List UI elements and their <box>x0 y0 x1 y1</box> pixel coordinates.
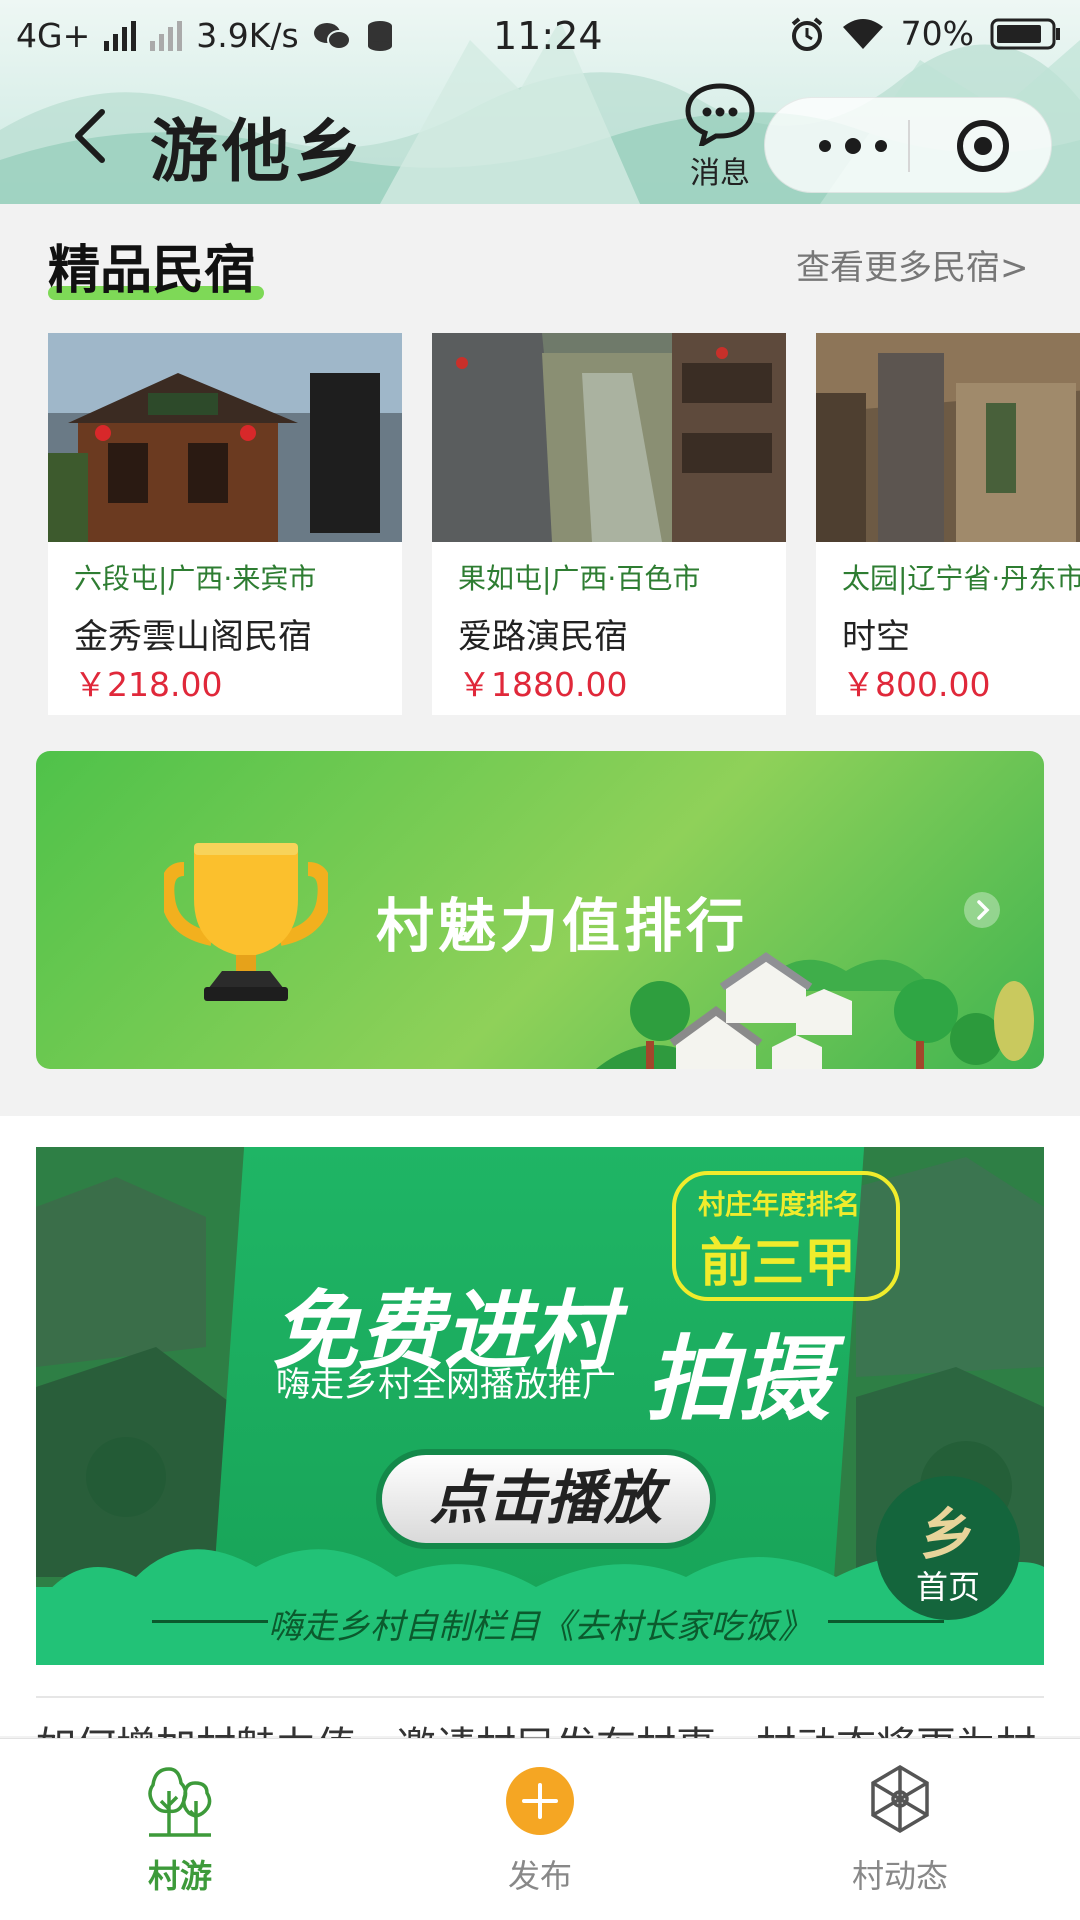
tab-label: 村动态 <box>851 1857 948 1895</box>
tab-label: 发布 <box>507 1857 572 1895</box>
message-button[interactable]: 消息 <box>680 82 760 191</box>
battery-icon <box>990 18 1060 49</box>
bubble-caption: 村庄年度排名 <box>698 1190 860 1221</box>
tab-village-news[interactable]: 村动态 <box>720 1739 1080 1920</box>
tree-icon <box>148 1767 212 1837</box>
back-arrow-icon[interactable] <box>68 106 112 166</box>
status-bar: 4G+ 3.9K/s 11:24 70% <box>0 0 1080 76</box>
home-floating-button[interactable]: 乡 首页 <box>876 1476 1020 1620</box>
homestay-location: 果如屯|广西·百色市 <box>458 562 701 595</box>
homestay-photo <box>48 333 402 542</box>
tab-label: 村游 <box>147 1857 212 1895</box>
play-button-label: 点击播放 <box>429 1464 662 1532</box>
charm-tip-text: 如何增加村魅力值，邀请村民发布村事，村动态将更为村 <box>36 1718 1056 1738</box>
page-title: 游他乡 <box>150 113 367 192</box>
wechat-icon <box>313 22 351 50</box>
homestay-location: 太园|辽宁省·丹东市 <box>842 562 1080 595</box>
status-time: 11:24 <box>493 14 603 58</box>
homestay-photo <box>816 333 1080 542</box>
homestay-photo <box>432 333 786 542</box>
play-button[interactable]: 点击播放 <box>376 1449 716 1549</box>
home-label: 首页 <box>915 1568 980 1606</box>
network-speed: 3.9K/s <box>196 16 299 55</box>
ranking-chevron-icon[interactable] <box>964 892 1000 928</box>
wheel-icon <box>871 1764 929 1834</box>
footer-rule-right <box>828 1620 944 1623</box>
capsule-divider <box>908 120 910 172</box>
village-charm-ranking-banner[interactable]: 村魅力值排行 <box>36 751 1044 1069</box>
more-dots-icon[interactable] <box>805 134 901 158</box>
message-label: 消息 <box>690 156 750 191</box>
signal-icon <box>104 20 137 51</box>
village-logo-icon: 乡 <box>920 1503 976 1568</box>
trophy-icon <box>164 843 328 1001</box>
bottom-tab-bar: 村游 发布 村动态 <box>0 1738 1080 1920</box>
database-icon <box>367 20 392 51</box>
network-type: 4G+ <box>16 16 91 55</box>
homestay-carousel[interactable]: 六段屯|广西·来宾市 金秀雲山阁民宿 ￥218.00 果如屯|广西·百色市 爱路… <box>0 333 1080 715</box>
homestay-name: 金秀雲山阁民宿 <box>74 617 312 657</box>
plus-circle-icon <box>506 1767 574 1835</box>
signal-secondary-icon <box>150 20 183 51</box>
bubble-highlight: 前三甲 <box>700 1234 857 1294</box>
tab-village-travel[interactable]: 村游 <box>0 1739 360 1920</box>
homestay-card[interactable]: 太园|辽宁省·丹东市 时空 ￥800.00 <box>816 333 1080 715</box>
homestay-price: ￥218.00 <box>74 665 223 704</box>
wifi-icon <box>842 18 883 49</box>
homestay-name: 时空 <box>842 617 910 657</box>
homestay-name: 爱路演民宿 <box>458 617 628 657</box>
promo-headline-shoot: 拍摄 <box>646 1326 831 1433</box>
chat-bubble-icon <box>685 83 755 146</box>
divider <box>36 1696 1044 1698</box>
miniprogram-capsule <box>764 97 1052 193</box>
homestay-location: 六段屯|广西·来宾市 <box>74 562 317 595</box>
homestay-card[interactable]: 果如屯|广西·百色市 爱路演民宿 ￥1880.00 <box>432 333 786 715</box>
village-illustration <box>596 952 1034 1069</box>
promo-subline: 嗨走乡村全网播放推广 <box>276 1365 616 1405</box>
alarm-icon <box>791 16 822 51</box>
see-more-homestays-link[interactable]: 查看更多民宿> <box>796 240 1029 289</box>
homestay-section-header: 精品民宿 查看更多民宿> <box>0 204 1080 314</box>
close-target-icon[interactable] <box>955 118 1011 174</box>
homestay-price: ￥800.00 <box>842 665 991 704</box>
homestay-price: ￥1880.00 <box>458 665 628 704</box>
homestay-card[interactable]: 六段屯|广西·来宾市 金秀雲山阁民宿 ￥218.00 <box>48 333 402 715</box>
header: 4G+ 3.9K/s 11:24 70% 游他乡 消息 <box>0 0 1080 204</box>
section-title: 精品民宿 <box>48 241 257 301</box>
tab-publish[interactable]: 发布 <box>360 1739 720 1920</box>
battery-percent: 70% <box>900 14 974 53</box>
